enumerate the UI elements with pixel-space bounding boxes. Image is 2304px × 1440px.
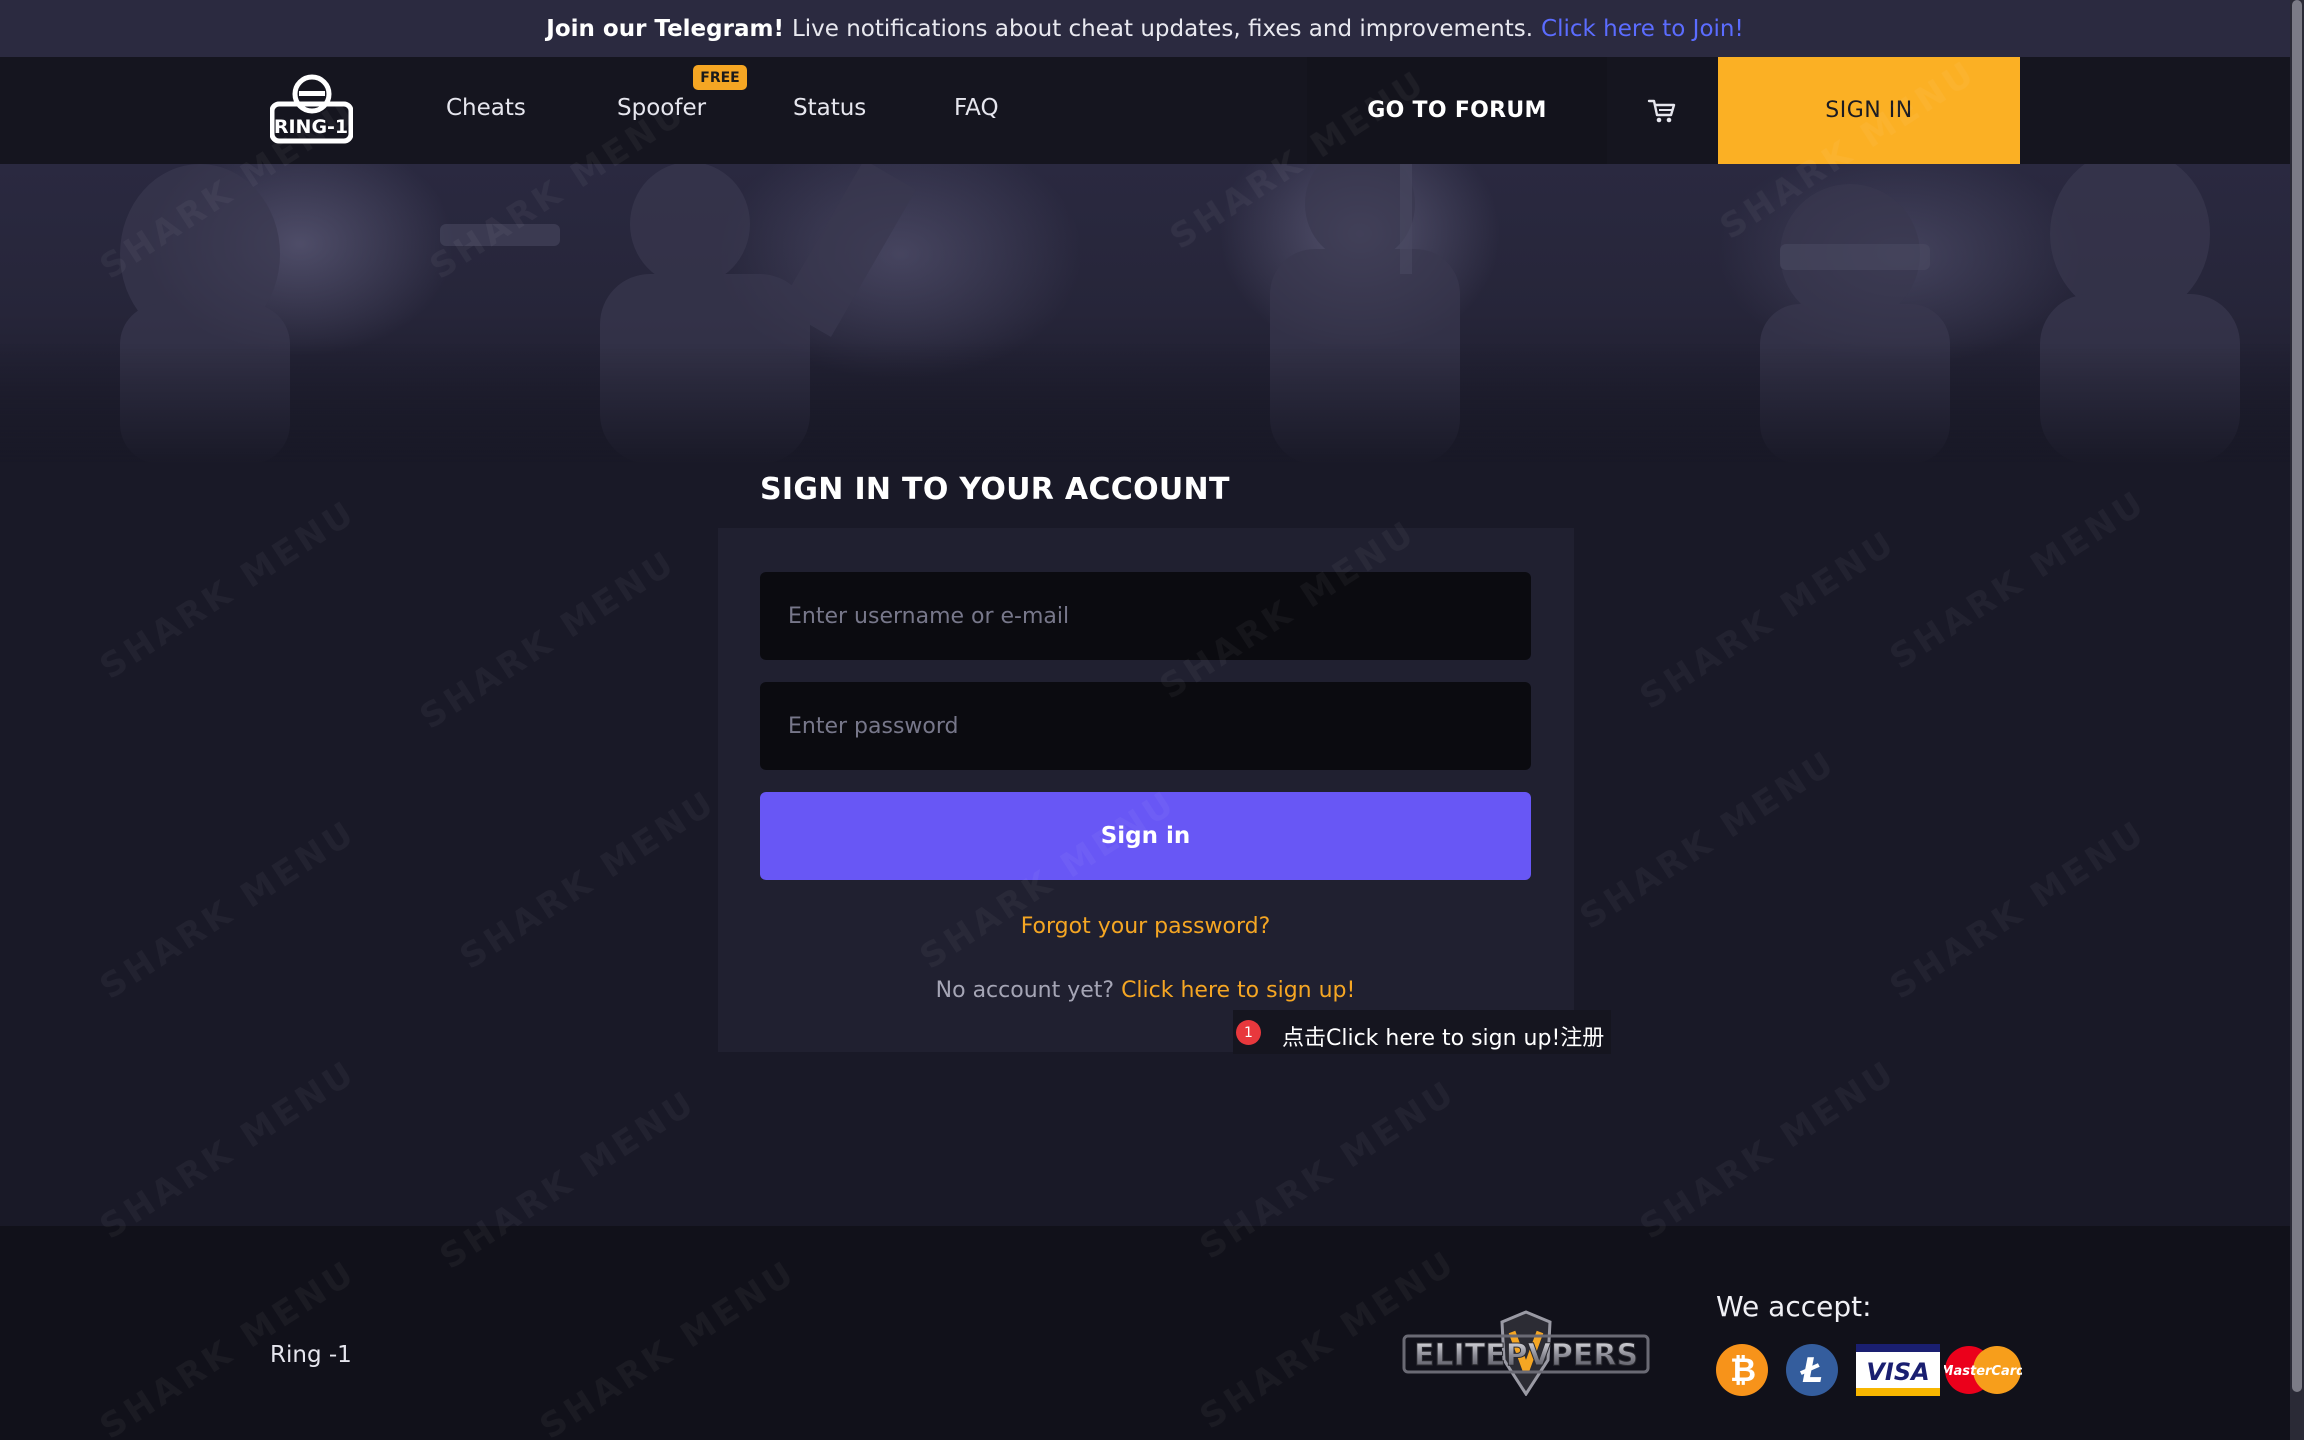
page: Join our Telegram! Live notifications ab… [0,0,2304,1440]
watermark: SHARK MENU [453,782,724,977]
cart-icon[interactable] [1647,97,1677,125]
partner-logo-text: ELITEPVPERS [1414,1338,1638,1373]
go-to-forum-button[interactable]: GO TO FORUM [1307,57,1607,164]
mastercard-icon: MasterCard [1944,1346,2022,1394]
watermark: SHARK MENU [1633,522,1904,717]
mastercard-text: MasterCard [1944,1364,2022,1379]
watermark: SHARK MENU [93,492,364,687]
annotation-number-badge: 1 [1236,1020,1261,1045]
watermark: SHARK MENU [1573,742,1844,937]
watermark: SHARK MENU [93,812,364,1007]
sign-in-button[interactable]: Sign in [760,792,1531,880]
hero-silhouettes [0,164,2290,464]
watermark: SHARK MENU [1633,1052,1904,1247]
login-title: SIGN IN TO YOUR ACCOUNT [760,472,1230,507]
nav-cheats[interactable]: Cheats [446,95,526,121]
we-accept-label: We accept: [1716,1290,1872,1323]
no-account-label: No account yet? [935,978,1115,1003]
watermark: SHARK MENU [1883,482,2154,677]
svg-text:Ł: Ł [1800,1351,1823,1391]
footer-brand: Ring -1 [270,1342,352,1368]
watermark: SHARK MENU [93,1052,364,1247]
main-nav: RING-1 Cheats Spoofer Status FAQ GO TO F… [0,57,2290,164]
footer [0,1226,2290,1440]
litecoin-icon: Ł [1786,1344,1838,1396]
sign-up-link[interactable]: Click here to sign up! [1121,978,1355,1003]
logo-text: RING-1 [274,116,348,138]
forgot-password-link[interactable]: Forgot your password? [760,914,1531,939]
username-input[interactable] [760,572,1531,660]
visa-text: VISA [1866,1358,1929,1386]
announcement-bar: Join our Telegram! Live notifications ab… [0,0,2290,57]
watermark: SHARK MENU [413,542,684,737]
telegram-join-link[interactable]: Click here to Join! [1541,16,1744,42]
scrollbar-thumb[interactable] [2292,0,2302,1392]
elitepvpers-logo[interactable]: ELITEPVPERS [1400,1310,1652,1396]
no-account-row: No account yet? Click here to sign up! [760,978,1531,1003]
bitcoin-icon: ₿ [1716,1344,1768,1396]
hero-banner [0,164,2290,464]
nav-spoofer[interactable]: Spoofer [617,95,706,121]
visa-icon: VISA [1856,1344,1940,1396]
svg-text:₿: ₿ [1730,1351,1756,1389]
free-badge: FREE [693,65,747,90]
watermark: SHARK MENU [1883,812,2154,1007]
ring-1-logo[interactable]: RING-1 [270,74,353,144]
announcement-lead: Join our Telegram! [546,15,784,42]
sign-in-nav-button[interactable]: SIGN IN [1718,57,2020,164]
annotation-text: 点击Click here to sign up!注册 [1282,1026,1605,1051]
announcement-message: Live notifications about cheat updates, … [791,15,1534,42]
nav-faq[interactable]: FAQ [954,95,999,121]
password-input[interactable] [760,682,1531,770]
nav-status[interactable]: Status [793,95,866,121]
